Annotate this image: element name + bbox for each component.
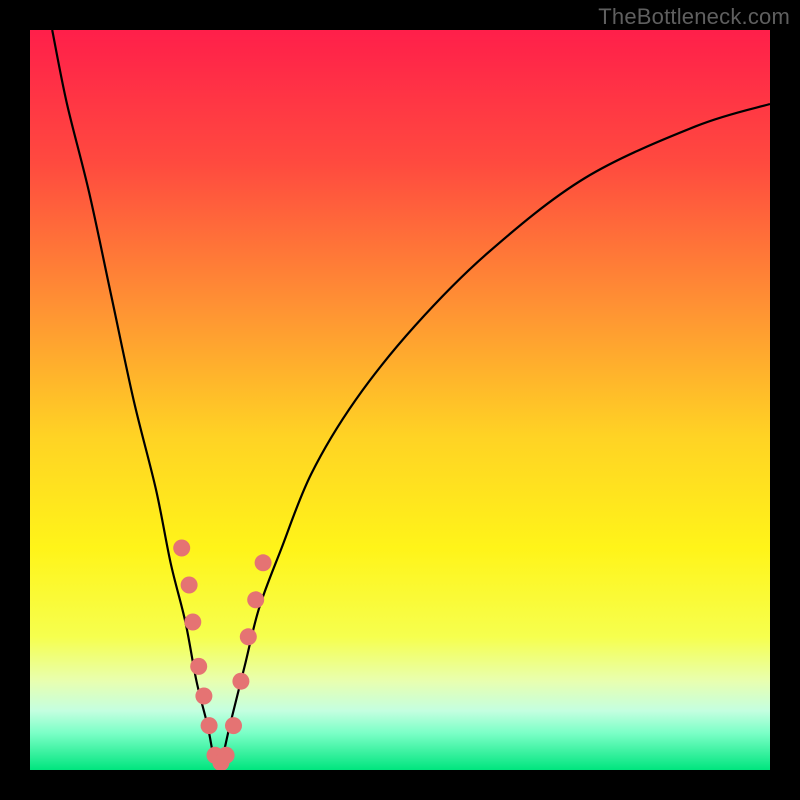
highlight-dot [255,554,272,571]
highlight-dot [225,717,242,734]
highlight-dot [195,688,212,705]
highlight-dot [173,540,190,557]
highlight-dot [240,628,257,645]
marker-group [173,540,271,771]
highlight-dot [181,577,198,594]
bottleneck-curve [52,30,770,767]
watermark: TheBottleneck.com [598,4,790,30]
chart-frame: TheBottleneck.com [0,0,800,800]
plot-area [30,30,770,770]
highlight-dot [190,658,207,675]
highlight-dot [218,747,235,764]
highlight-dot [201,717,218,734]
highlight-dot [184,614,201,631]
highlight-dot [232,673,249,690]
curve-layer [30,30,770,770]
highlight-dot [247,591,264,608]
